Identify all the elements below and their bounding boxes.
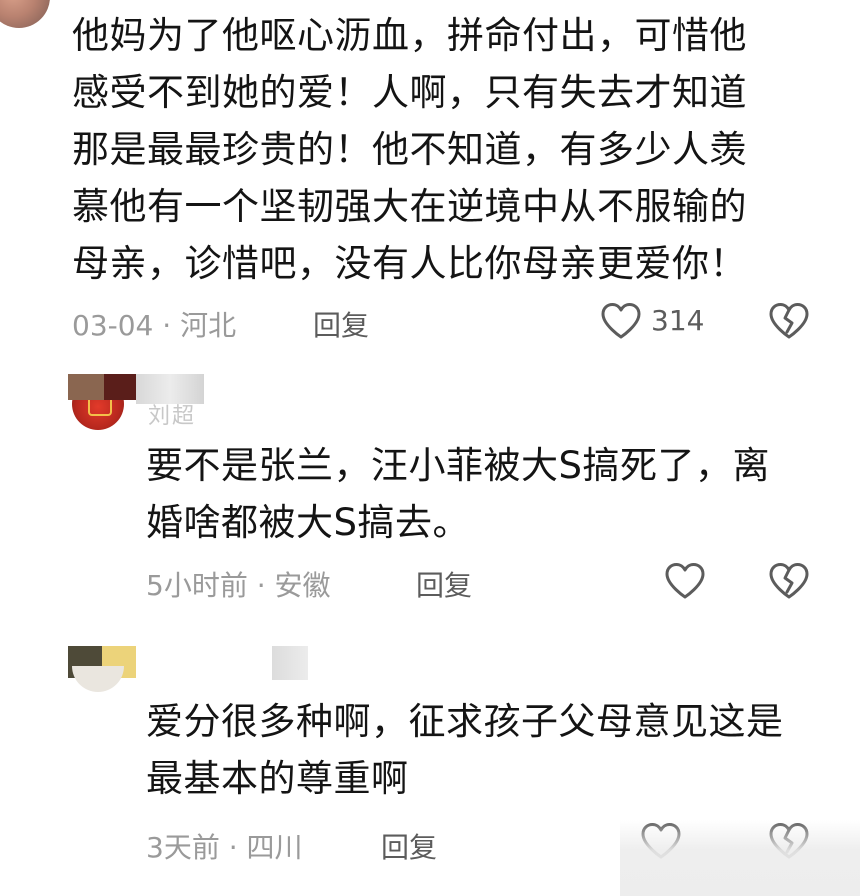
username[interactable]: 刘超 bbox=[148, 398, 196, 430]
reply-button[interactable]: 回复 bbox=[381, 826, 437, 866]
reply-button[interactable]: 回复 bbox=[416, 564, 472, 604]
username-blur bbox=[104, 374, 136, 400]
avatar[interactable] bbox=[72, 666, 124, 692]
watermark-blur bbox=[620, 820, 860, 896]
like-count: 314 bbox=[651, 304, 705, 337]
heart-outline-icon[interactable] bbox=[600, 302, 642, 340]
comment-text: 爱分很多种啊，征求孩子父母意见这是 最基本的尊重啊 bbox=[146, 700, 784, 800]
comment-text: 要不是张兰，汪小菲被大S搞死了，离 婚啥都被大S搞去。 bbox=[146, 444, 770, 544]
reply-button[interactable]: 回复 bbox=[313, 304, 369, 344]
comment-text: 他妈为了他呕心沥血，拼命付出，可惜他 感受不到她的爱！人啊，只有失去才知道 那是… bbox=[72, 14, 747, 285]
username-blur bbox=[68, 374, 104, 400]
avatar[interactable] bbox=[0, 0, 50, 28]
comment-date-location: 3天前 · 四川 bbox=[146, 831, 303, 864]
comment-date-location: 5小时前 · 安徽 bbox=[146, 569, 331, 602]
broken-heart-icon[interactable] bbox=[768, 562, 810, 600]
comment-date-location: 03-04 · 河北 bbox=[72, 309, 237, 342]
username-blur bbox=[272, 646, 308, 680]
heart-outline-icon[interactable] bbox=[664, 562, 706, 600]
broken-heart-icon[interactable] bbox=[768, 302, 810, 340]
